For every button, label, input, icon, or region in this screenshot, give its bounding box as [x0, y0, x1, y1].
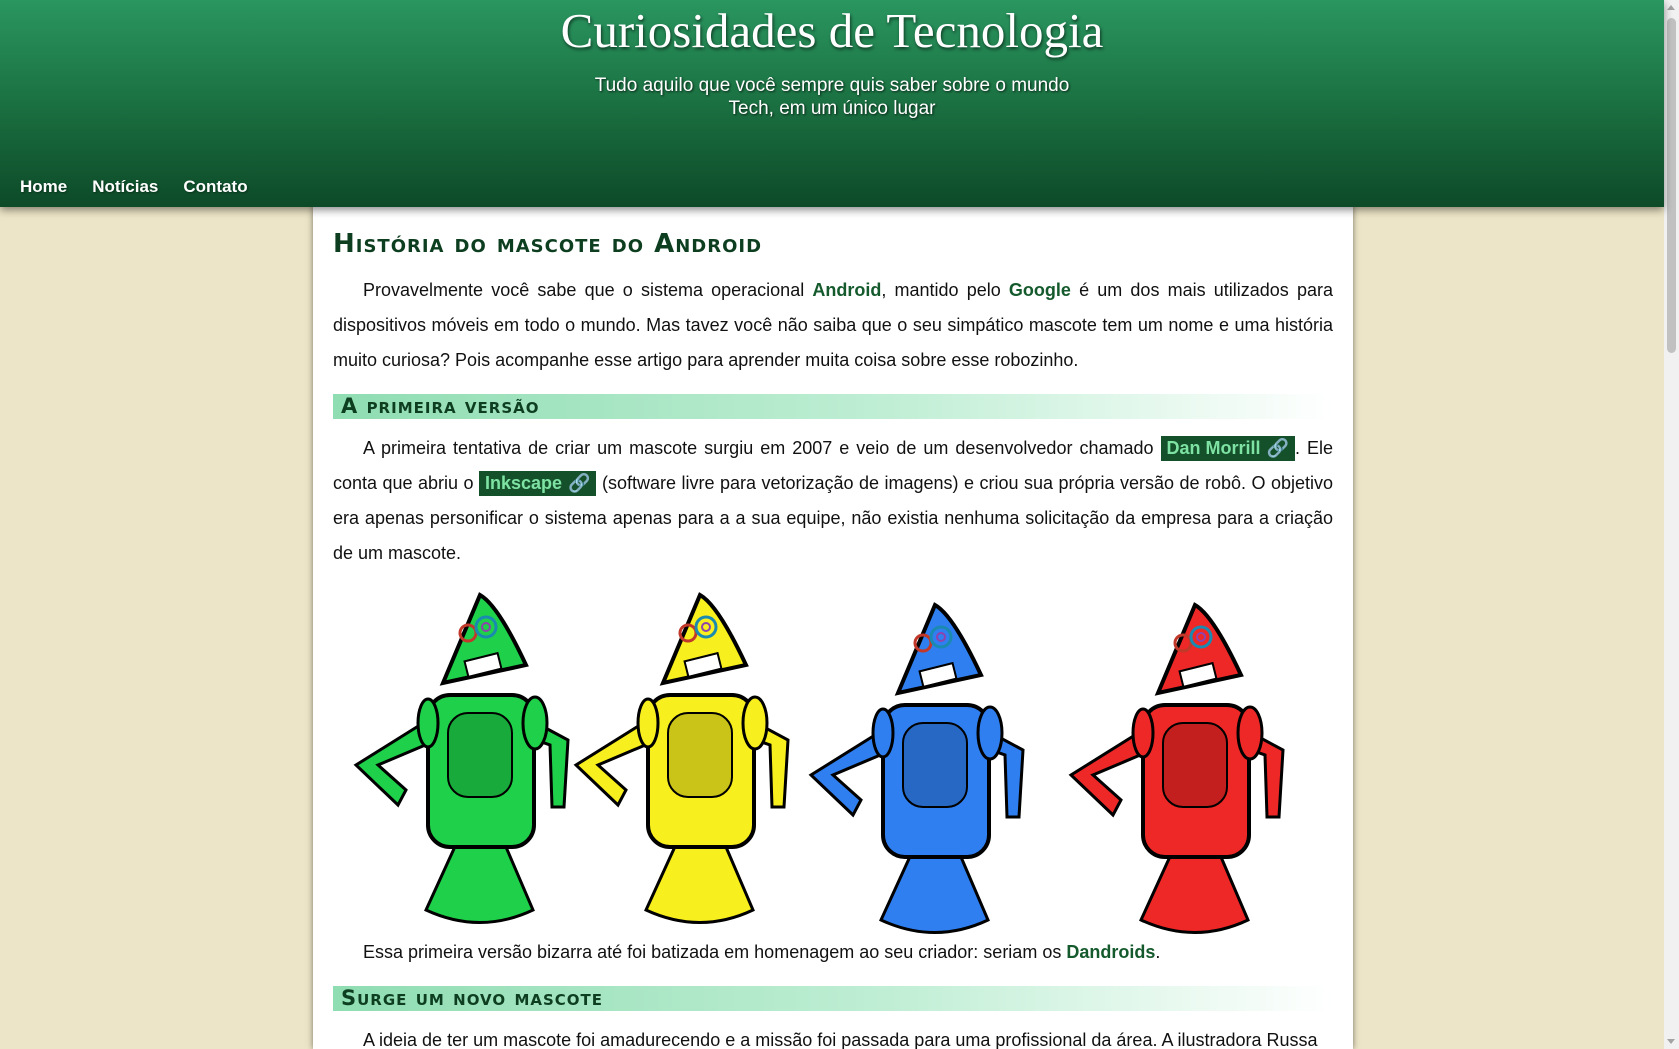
section-heading-novo-mascote: Surge um novo mascote: [333, 986, 1333, 1011]
dandroids-highlight: Dandroids: [1066, 942, 1156, 962]
scrollbar-thumb[interactable]: [1667, 18, 1676, 353]
section2-paragraph: A ideia de ter um mascote foi amadurecen…: [363, 1030, 1318, 1049]
inkscape-label: Inkscape: [485, 473, 563, 493]
article-container: História do mascote do Android Provavelm…: [313, 205, 1353, 1049]
inkscape-link[interactable]: Inkscape 🔗: [479, 471, 597, 496]
android-highlight: Android: [812, 280, 882, 300]
scroll-down-arrow-icon[interactable]: [1667, 1039, 1675, 1044]
dandroids-illustration: [354, 593, 1285, 935]
subtitle-line-1: Tudo aquilo que você sempre quis saber s…: [594, 75, 1070, 96]
scroll-up-arrow-icon[interactable]: [1667, 5, 1675, 10]
caption-text-2: .: [1155, 942, 1161, 962]
caption-paragraph: Essa primeira versão bizarra até foi bat…: [333, 935, 1333, 970]
nav-contato-link[interactable]: Contato: [183, 177, 247, 197]
google-highlight: Google: [1008, 280, 1071, 300]
caption-text-1: Essa primeira versão bizarra até foi bat…: [363, 942, 1067, 962]
intro-text-1: Provavelmente você sabe que o sistema op…: [363, 280, 813, 300]
nav-home-link[interactable]: Home: [20, 177, 67, 197]
site-title: Curiosidades de Tecnologia: [560, 3, 1104, 58]
main-nav: Home Notícias Contato: [20, 177, 273, 197]
link-chain-icon: 🔗: [1266, 438, 1289, 458]
subtitle-line-2: Tech, em um único lugar: [728, 98, 936, 119]
dandroids-image: [333, 575, 1333, 935]
site-subtitle: Tudo aquilo que você sempre quis saber s…: [0, 74, 1664, 120]
intro-text-2: , mantido pelo: [881, 280, 1009, 300]
article-content: História do mascote do Android Provavelm…: [333, 205, 1333, 1049]
vertical-scrollbar[interactable]: [1664, 0, 1679, 1049]
site-header: Curiosidades de Tecnologia Tudo aquilo q…: [0, 0, 1664, 207]
dan-morrill-link[interactable]: Dan Morrill 🔗: [1160, 436, 1295, 461]
link-chain-icon: 🔗: [568, 473, 591, 493]
section1-text-1: A primeira tentativa de criar um mascote…: [363, 438, 1161, 458]
intro-paragraph: Provavelmente você sabe que o sistema op…: [333, 273, 1333, 378]
section1-paragraph: A primeira tentativa de criar um mascote…: [333, 431, 1333, 571]
nav-noticias-link[interactable]: Notícias: [92, 177, 158, 197]
dan-morrill-label: Dan Morrill: [1166, 438, 1261, 458]
section-heading-primeira-versao: A primeira versão: [333, 394, 1333, 419]
article-title: História do mascote do Android: [333, 229, 763, 259]
